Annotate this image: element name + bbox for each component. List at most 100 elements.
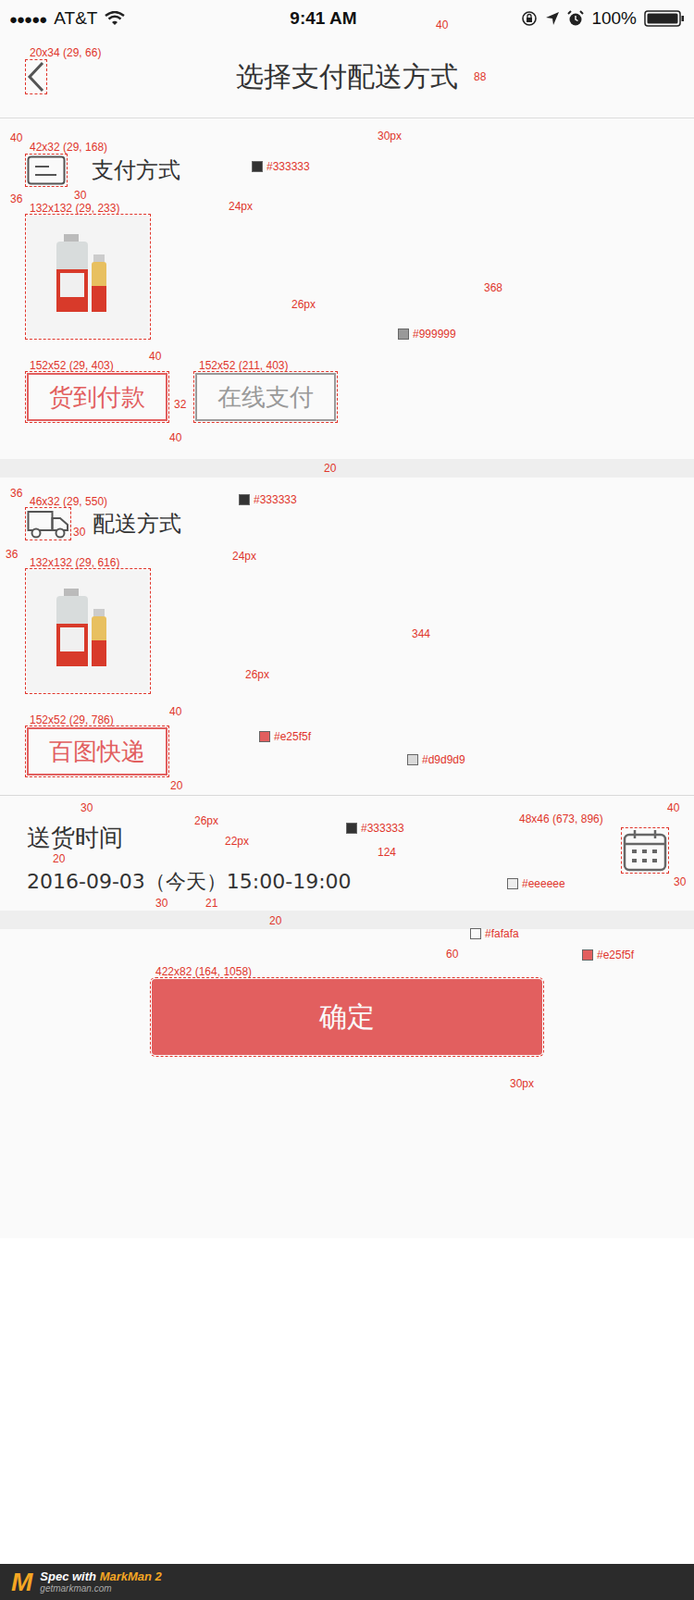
spec-annotation: #333333 (238, 493, 298, 507)
delivery-option[interactable]: 百图快递 (26, 727, 168, 776)
spec-annotation: #333333 (251, 160, 310, 174)
spec-annotation: 24px (232, 549, 257, 563)
spec-annotation: 40 (148, 349, 162, 363)
markman-logo: M (11, 1569, 33, 1596)
spec-annotation: 30 (673, 875, 686, 889)
footer-product: MarkMan 2 (99, 1569, 162, 1584)
carrier: AT&T (53, 8, 98, 29)
spec-annotation: 132x132 (29, 616) (29, 556, 120, 570)
color-swatch (251, 161, 263, 173)
payment-options: 货到付款在线支付 (26, 372, 336, 422)
phone-screen: ●●●●● AT&T 9:41 AM 100% 选择支付配送方式 支付方式 货到… (0, 0, 694, 1239)
spec-annotation: 26px (194, 814, 219, 828)
spec-annotation: 20 (52, 852, 65, 866)
spec-annotation: 22px (224, 834, 249, 848)
card-icon (26, 155, 66, 186)
payment-option[interactable]: 货到付款 (26, 372, 168, 422)
product-photo (26, 215, 149, 338)
location-icon (545, 11, 560, 26)
spec-annotation: 20 (269, 914, 282, 928)
page-title: 选择支付配送方式 (235, 58, 459, 97)
spec-annotation: 88 (473, 70, 486, 84)
battery-level: 100% (591, 8, 637, 29)
delivery-section: 配送方式 百图快递 (0, 477, 694, 796)
section-gap (0, 910, 694, 930)
color-swatch (238, 494, 250, 506)
footer-url: getmarkman.com (39, 1583, 162, 1594)
spec-annotation: 152x52 (29, 786) (29, 713, 114, 727)
spec-annotation: 30 (74, 188, 87, 202)
clock: 9:41 AM (289, 8, 357, 29)
spec-annotation: 30px (509, 1077, 534, 1091)
spec-annotation: 24px (228, 199, 253, 213)
spec-annotation: 60 (446, 947, 459, 961)
spec-annotation: 21 (205, 896, 218, 910)
spec-annotation: 46x32 (29, 550) (29, 495, 108, 509)
spec-annotation: 368 (483, 281, 503, 295)
spec-annotation: 26px (245, 668, 270, 682)
spec-annotation: 30 (80, 801, 93, 815)
status-bar: ●●●●● AT&T 9:41 AM 100% (0, 0, 694, 38)
color-swatch (470, 928, 482, 940)
spec-annotation: 30px (377, 129, 402, 143)
spec-annotation: 36 (10, 192, 23, 206)
section-gap (0, 458, 694, 478)
spec-annotation: 32 (173, 397, 186, 411)
color-swatch (259, 731, 271, 743)
blank-area (0, 1238, 694, 1564)
confirm-button[interactable]: 确定 (151, 979, 543, 1055)
spec-annotation: 40 (10, 131, 23, 145)
spec-annotation: 30 (155, 896, 168, 910)
spec-annotation: 48x46 (673, 896) (519, 812, 604, 826)
spec-annotation: #eeeeee (507, 877, 566, 891)
delivery-header: 配送方式 (26, 508, 182, 539)
color-swatch (346, 822, 358, 834)
spec-annotation: 132x132 (29, 233) (29, 201, 120, 215)
spec-annotation: 40 (169, 431, 182, 445)
battery-icon (644, 9, 685, 28)
nav-bar: 选择支付配送方式 (0, 37, 694, 119)
markman-footer: M Spec with MarkMan 2 getmarkman.com (0, 1563, 694, 1600)
spec-annotation: 422x82 (164, 1058) (155, 965, 252, 979)
spec-annotation: #d9d9d9 (407, 753, 466, 767)
spec-annotation: 40 (667, 801, 680, 815)
spec-annotation: 20 (170, 779, 183, 793)
back-button[interactable] (26, 61, 46, 93)
payment-section: 支付方式 货到付款在线支付 (0, 118, 694, 459)
spec-annotation: 152x52 (211, 403) (198, 359, 289, 372)
spec-annotation: 20 (323, 461, 336, 475)
payment-option[interactable]: 在线支付 (195, 372, 336, 422)
spec-annotation: #999999 (397, 327, 457, 341)
spec-annotation: 40 (435, 18, 448, 32)
spec-annotation: 30 (73, 525, 86, 539)
footer-label: Spec with (39, 1569, 97, 1584)
calendar-icon (622, 829, 668, 872)
rotation-lock-icon (520, 10, 538, 27)
spec-annotation: 36 (10, 486, 23, 500)
payment-header: 支付方式 (26, 155, 181, 186)
product-photo (26, 570, 149, 693)
spec-annotation: 152x52 (29, 403) (29, 359, 114, 372)
calendar-button[interactable] (622, 829, 668, 872)
delivery-time-value: 2016-09-03（今天）15:00-19:00 (26, 869, 352, 894)
delivery-time-title: 送货时间 (26, 823, 352, 852)
spec-annotation: #fafafa (470, 927, 520, 941)
back-chevron-icon (26, 61, 46, 93)
alarm-icon (567, 10, 584, 27)
color-swatch (582, 949, 594, 961)
spec-annotation: 124 (377, 845, 397, 859)
spec-annotation: 344 (411, 627, 431, 641)
wifi-icon (104, 11, 125, 26)
truck-icon (26, 508, 70, 539)
delivery-title: 配送方式 (92, 508, 182, 539)
delivery-options: 百图快递 (26, 727, 168, 776)
spec-page: ●●●●● AT&T 9:41 AM 100% 选择支付配送方式 支付方式 货到… (0, 0, 694, 1600)
confirm-area: 确定 (0, 929, 694, 1239)
payment-title: 支付方式 (91, 155, 181, 186)
spec-annotation: #e25f5f (582, 948, 634, 962)
signal-dots: ●●●●● (9, 11, 47, 27)
spec-annotation: 36 (5, 547, 18, 561)
color-swatch (407, 754, 419, 766)
spec-annotation: 20x34 (29, 66) (29, 46, 101, 60)
spec-annotation: #e25f5f (259, 730, 311, 744)
